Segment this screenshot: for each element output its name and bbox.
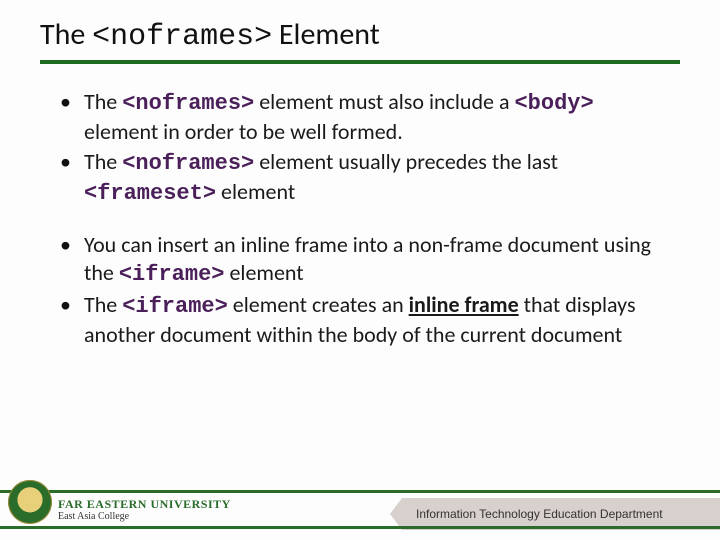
text-run: element in order to be well formed. (84, 118, 403, 145)
footer: FAR EASTERN UNIVERSITY East Asia College… (0, 490, 720, 534)
bullet-item: The <iframe> element creates an inline f… (60, 291, 672, 349)
bullet-group-2: You can insert an inline frame into a no… (60, 231, 672, 350)
title-area: The <noframes> Element (0, 0, 720, 54)
bullet-item: You can insert an inline frame into a no… (60, 231, 672, 289)
university-block: FAR EASTERN UNIVERSITY East Asia College (58, 494, 231, 526)
footer-row: FAR EASTERN UNIVERSITY East Asia College… (0, 494, 720, 526)
group-gap (60, 211, 672, 231)
code-token: <iframe> (122, 294, 228, 319)
slide-title: The <noframes> Element (40, 18, 680, 54)
text-run: element (224, 259, 303, 286)
title-pre: The (40, 16, 92, 53)
text-run: element must also include a (254, 88, 514, 115)
university-name: FAR EASTERN UNIVERSITY (58, 498, 231, 510)
title-post: Element (272, 16, 380, 53)
body-area: The <noframes> element must also include… (0, 64, 720, 349)
emphasis: inline frame (409, 291, 519, 318)
text-run: The (84, 88, 122, 115)
bullet-item: The <noframes> element must also include… (60, 88, 672, 146)
text-run: element creates an (228, 291, 409, 318)
text-run: element (216, 178, 295, 205)
text-run: element usually precedes the last (254, 148, 558, 175)
code-token: <body> (514, 91, 593, 116)
university-seal-icon (8, 480, 52, 524)
code-token: <noframes> (122, 91, 254, 116)
footer-rule-bottom (0, 526, 720, 529)
footer-rule-top (0, 490, 720, 493)
department-name: Information Technology Education Departm… (416, 507, 663, 521)
code-token: <frameset> (84, 181, 216, 206)
bullet-group-1: The <noframes> element must also include… (60, 88, 672, 209)
text-run: The (84, 291, 122, 318)
bullet-item: The <noframes> element usually precedes … (60, 148, 672, 208)
code-token: <noframes> (122, 151, 254, 176)
code-token: <iframe> (119, 262, 225, 287)
text-run: The (84, 148, 122, 175)
slide: The <noframes> Element The <noframes> el… (0, 0, 720, 540)
college-name: East Asia College (58, 511, 231, 522)
title-code: <noframes> (92, 20, 272, 54)
